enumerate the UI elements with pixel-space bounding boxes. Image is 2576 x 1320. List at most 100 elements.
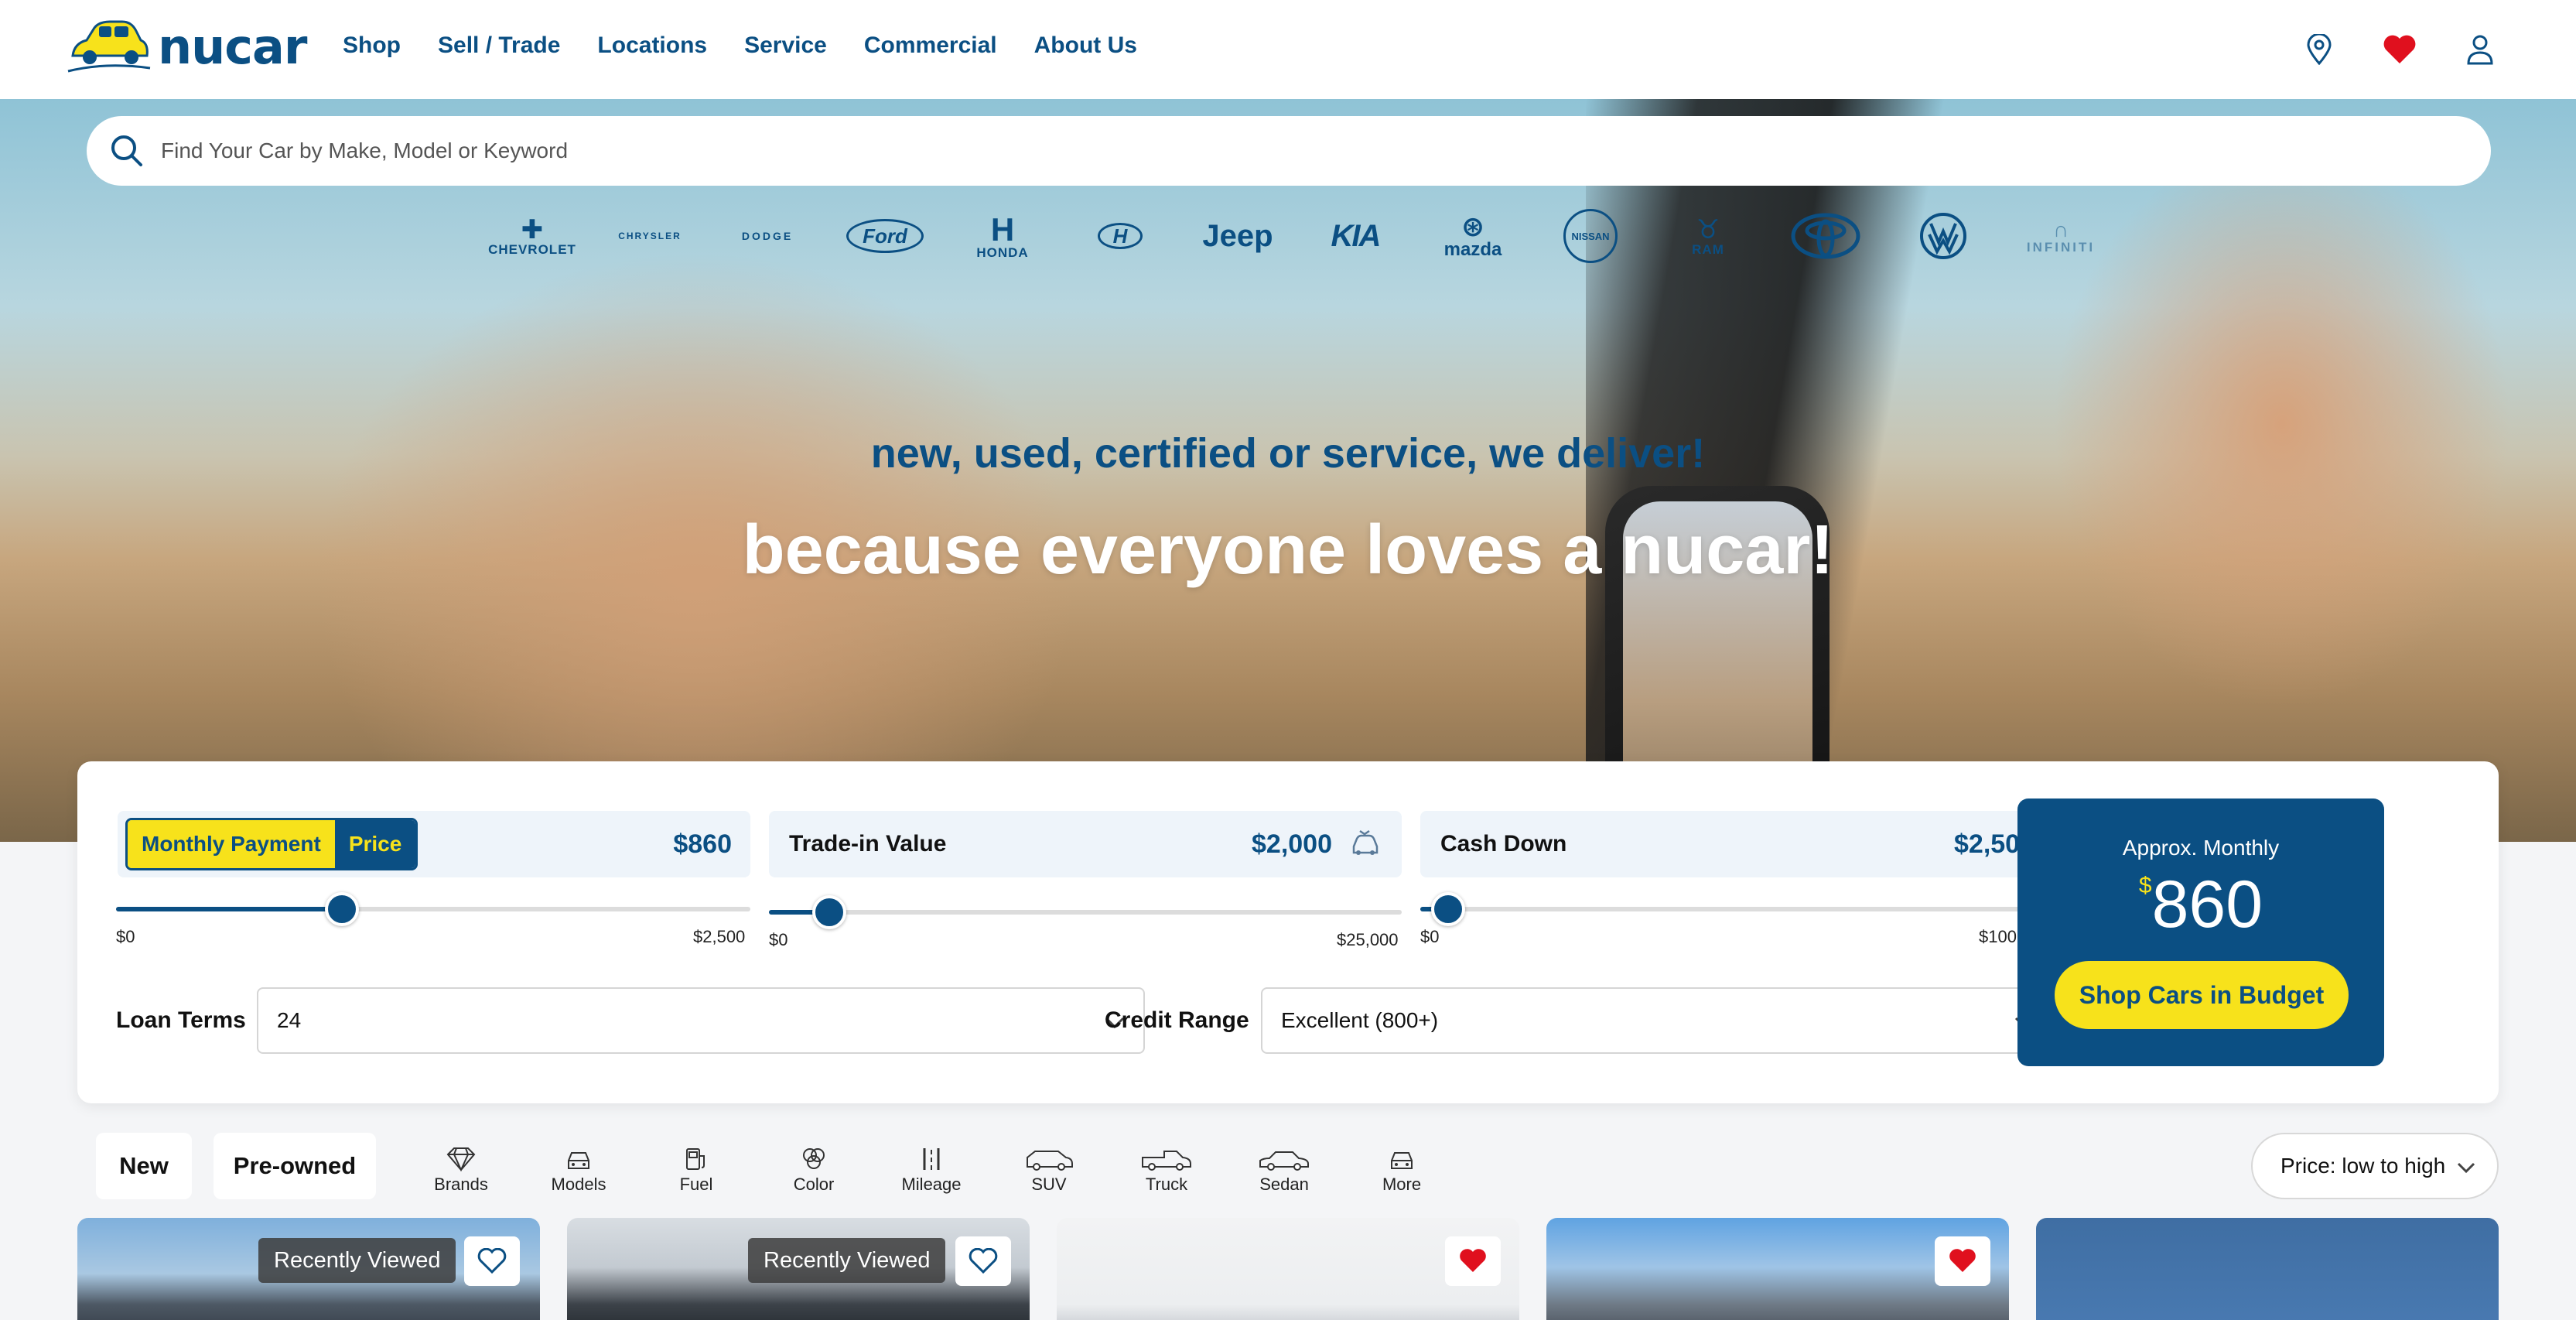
brand-chevrolet[interactable]: ✚ CHEVROLET [473, 209, 591, 263]
cash-down-box: Cash Down $2,500 [1420, 811, 2053, 877]
nav-sell-trade[interactable]: Sell / Trade [438, 32, 560, 59]
category-color[interactable]: Color [755, 1139, 873, 1195]
trade-in-box: Trade-in Value $2,000 [769, 811, 1402, 877]
nav-service[interactable]: Service [744, 32, 827, 59]
nav-commercial[interactable]: Commercial [864, 32, 997, 59]
category-truck[interactable]: Truck [1108, 1139, 1225, 1195]
monthly-payment-slider[interactable] [116, 892, 750, 926]
approx-monthly-amount: $860 [2017, 867, 2384, 943]
brand-ram[interactable]: ♉ RAM [1649, 209, 1767, 263]
nav-about-us[interactable]: About Us [1034, 32, 1137, 59]
brand-volkswagen[interactable] [1884, 209, 2002, 263]
loan-terms-value: 24 [277, 1008, 302, 1032]
heart-filled-icon [1460, 1249, 1486, 1272]
recently-viewed-badge: Recently Viewed [258, 1238, 456, 1283]
monthly-min-label: $0 [116, 927, 135, 946]
vehicle-card[interactable] [2036, 1218, 2499, 1320]
suv-icon [1027, 1151, 1073, 1171]
search-bar [87, 116, 2491, 186]
brand-logos: ✚ CHEVROLET CHRYSLER DODGE Ford H HONDA H … [473, 209, 2120, 263]
trade-in-slider[interactable] [769, 895, 1402, 929]
trade-in-handle[interactable] [812, 895, 846, 929]
hero-tagline: new, used, certified or service, we deli… [870, 430, 1706, 477]
loan-terms-select[interactable]: 24 [257, 987, 1145, 1054]
fuel-pump-icon [686, 1148, 705, 1170]
sedan-icon [1259, 1151, 1309, 1171]
trade-in-value: $2,000 [1252, 829, 1332, 859]
heart-outline-icon [969, 1248, 998, 1274]
site-header: nucar Shop Sell / Trade Locations Servic… [0, 0, 2576, 99]
cash-down-slider[interactable] [1420, 892, 2055, 926]
logo-wordmark: nucar [158, 18, 307, 75]
cash-down-handle[interactable] [1431, 892, 1465, 926]
favorite-button[interactable] [464, 1236, 520, 1286]
truck-icon [1142, 1151, 1191, 1171]
vehicle-card[interactable]: Recently Viewed [567, 1218, 1030, 1320]
brand-jeep[interactable]: Jeep [1179, 209, 1297, 263]
brand-dodge[interactable]: DODGE [709, 209, 826, 263]
vw-emblem-icon [1920, 213, 1966, 259]
heart-outline-icon [477, 1248, 507, 1274]
category-mileage[interactable]: Mileage [873, 1139, 990, 1195]
vehicle-card[interactable] [1057, 1218, 1519, 1320]
car-logo-icon [67, 20, 151, 73]
search-input[interactable] [161, 138, 2404, 163]
credit-range-value: Excellent (800+) [1281, 1008, 1439, 1032]
trade-in-label: Trade-in Value [789, 831, 947, 857]
category-fuel[interactable]: Fuel [637, 1139, 755, 1195]
category-models[interactable]: Models [520, 1139, 637, 1195]
payment-mode-toggle[interactable]: Monthly Payment Price [125, 818, 419, 870]
brand-chrysler[interactable]: CHRYSLER [591, 209, 709, 263]
brand-nissan[interactable]: NISSAN [1532, 209, 1649, 263]
cash-down-min-label: $0 [1420, 927, 1440, 946]
credit-range-select[interactable]: Excellent (800+) [1261, 987, 2055, 1054]
loan-terms-label: Loan Terms [116, 1007, 246, 1033]
filter-new-button[interactable]: New [96, 1133, 192, 1199]
brand-honda[interactable]: H HONDA [944, 209, 1061, 263]
toggle-monthly-payment[interactable]: Monthly Payment [128, 820, 335, 868]
monthly-payment-box: Monthly Payment Price $860 [118, 811, 750, 877]
toggle-price[interactable]: Price [334, 820, 416, 868]
sort-value: Price: low to high [2280, 1154, 2446, 1178]
trade-in-max-label: $25,000 [1337, 930, 1399, 949]
toyota-emblem-icon [1791, 213, 1860, 259]
recently-viewed-badge: Recently Viewed [748, 1238, 946, 1283]
shop-cars-in-budget-button[interactable]: Shop Cars in Budget [2055, 961, 2349, 1029]
favorite-button[interactable] [1935, 1236, 1990, 1286]
category-sedan[interactable]: Sedan [1225, 1139, 1343, 1195]
category-more[interactable]: More [1343, 1139, 1461, 1195]
location-pin-icon[interactable] [2301, 31, 2338, 68]
nucar-logo[interactable]: nucar [67, 17, 307, 76]
brand-mazda[interactable]: ⊛ mazda [1414, 209, 1532, 263]
category-suv[interactable]: SUV [990, 1139, 1108, 1195]
diamond-icon [446, 1147, 476, 1171]
heart-icon[interactable] [2381, 31, 2418, 68]
nav-shop[interactable]: Shop [343, 32, 401, 59]
monthly-payment-fill [116, 907, 335, 911]
approx-monthly-label: Approx. Monthly [2122, 836, 2280, 860]
filter-preowned-button[interactable]: Pre-owned [214, 1133, 376, 1199]
credit-range-label: Credit Range [1105, 1007, 1249, 1033]
vehicle-card[interactable] [1546, 1218, 2009, 1320]
brand-hyundai[interactable]: H [1061, 209, 1179, 263]
color-circles-icon [803, 1148, 825, 1169]
brand-ford[interactable]: Ford [826, 209, 944, 263]
monthly-max-label: $2,500 [693, 927, 746, 946]
user-icon[interactable] [2462, 31, 2499, 68]
monthly-payment-handle[interactable] [325, 892, 359, 926]
nav-locations[interactable]: Locations [597, 32, 707, 59]
brand-toyota[interactable] [1767, 209, 1884, 263]
favorite-button[interactable] [1445, 1236, 1501, 1286]
sort-select[interactable]: Price: low to high [2251, 1133, 2499, 1199]
car-trade-icon[interactable] [1349, 829, 1380, 859]
brand-kia[interactable]: KIA [1297, 209, 1414, 263]
main-nav: Shop Sell / Trade Locations Service Comm… [343, 32, 1137, 59]
favorite-button[interactable] [955, 1236, 1011, 1286]
currency-symbol: $ [2138, 873, 2152, 898]
brand-infiniti[interactable]: ∩ INFINITI [2002, 209, 2120, 263]
category-brands[interactable]: Brands [402, 1139, 520, 1195]
monthly-payment-value: $860 [673, 829, 732, 859]
trade-in-min-label: $0 [769, 930, 788, 949]
car-front-icon [1391, 1152, 1413, 1169]
vehicle-card[interactable]: Recently Viewed [77, 1218, 540, 1320]
